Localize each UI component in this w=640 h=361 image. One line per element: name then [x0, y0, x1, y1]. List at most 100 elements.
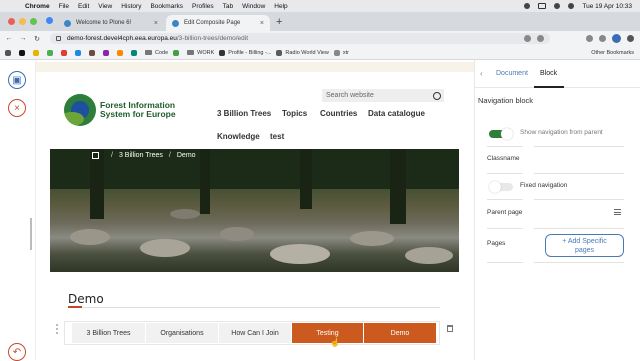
status-icon[interactable]: [524, 3, 531, 9]
editor-toolbar: ▣ ×: [0, 60, 36, 360]
sidebar-tab-block[interactable]: Block: [540, 70, 557, 77]
tab-how-can-i-join[interactable]: How Can I Join: [219, 323, 291, 343]
menu-profiles[interactable]: Profiles: [192, 3, 214, 10]
bookmark-favicon-6[interactable]: [89, 49, 98, 56]
nav-knowledge[interactable]: Knowledge: [217, 132, 260, 141]
reload-icon[interactable]: ↻: [32, 35, 42, 43]
page-title[interactable]: Demo: [68, 292, 104, 306]
share-icon[interactable]: [524, 35, 531, 42]
zoom-window-icon[interactable]: [30, 18, 37, 25]
tab-welcome[interactable]: Welcome to Plone 6! ×: [58, 15, 164, 31]
star-icon[interactable]: [537, 35, 544, 42]
address-bar-row: ← → ↻ demo-forest.devel4cph.eea.europa.e…: [0, 31, 640, 46]
bookmark-favicon-3[interactable]: [47, 49, 56, 56]
undo-icon[interactable]: ↶: [8, 343, 26, 361]
menu-history[interactable]: History: [121, 3, 141, 10]
field-divider: [487, 199, 523, 200]
other-bookmarks[interactable]: Other Bookmarks: [591, 50, 634, 56]
parent-page-input[interactable]: [534, 228, 624, 229]
wifi-icon[interactable]: [554, 3, 561, 9]
lock-icon[interactable]: [56, 36, 61, 41]
add-specific-pages-button[interactable]: + Add Specific pages: [545, 234, 624, 257]
bookmark-favicon-4[interactable]: [61, 49, 70, 56]
url-input[interactable]: demo-forest.devel4cph.eea.europa.eu /3-b…: [50, 33, 550, 44]
bookmarks-bar: Code WORK Profile - Billing -... Radio W…: [0, 46, 640, 60]
cancel-icon[interactable]: ×: [8, 99, 26, 117]
tab-testing[interactable]: Testing: [292, 323, 363, 343]
list-icon[interactable]: [614, 209, 621, 215]
tab-title: Welcome to Plone 6!: [76, 20, 132, 26]
add-pages-line-2: pages: [574, 247, 595, 254]
search-input[interactable]: Search website: [322, 89, 444, 102]
breadcrumb-item[interactable]: Demo: [177, 152, 196, 159]
tab-title: Edit Composite Page: [184, 20, 241, 26]
save-icon[interactable]: ▣: [8, 71, 26, 89]
breadcrumb-item[interactable]: 3 Billion Trees: [119, 152, 163, 159]
menu-app-name[interactable]: Chrome: [25, 3, 50, 10]
search-icon[interactable]: [433, 91, 441, 100]
bookmark-favicon-8[interactable]: [117, 49, 126, 56]
close-tab-icon[interactable]: ×: [260, 20, 264, 27]
home-icon[interactable]: [92, 152, 99, 159]
tab-edit-composite[interactable]: Edit Composite Page ×: [166, 15, 270, 31]
apps-icon[interactable]: [5, 49, 14, 56]
tab-3-billion-trees[interactable]: 3 Billion Trees: [72, 323, 145, 343]
menu-edit[interactable]: Edit: [78, 3, 89, 10]
extension-icon[interactable]: [586, 35, 593, 42]
bookmark-favicon-1[interactable]: [19, 49, 28, 56]
menu-help[interactable]: Help: [274, 3, 287, 10]
bookmark-code[interactable]: Code: [145, 50, 168, 56]
bookmark-radio-world-view[interactable]: Radio World View: [276, 49, 329, 56]
folder-icon: [187, 50, 195, 55]
battery-icon[interactable]: [538, 3, 547, 9]
field-divider: [534, 199, 624, 200]
field-divider: [487, 262, 523, 263]
menu-file[interactable]: File: [59, 3, 69, 10]
menu-view[interactable]: View: [98, 3, 112, 10]
tab-organisations[interactable]: Organisations: [146, 323, 218, 343]
nav-data-catalogue[interactable]: Data catalogue: [368, 109, 425, 118]
menu-tab[interactable]: Tab: [223, 3, 233, 10]
nav-3-billion-trees[interactable]: 3 Billion Trees: [217, 109, 271, 118]
show-navigation-toggle[interactable]: [489, 128, 513, 140]
bookmark-favicon-5[interactable]: [75, 49, 84, 56]
bookmark-favicon-2[interactable]: [33, 49, 42, 56]
bookmark-favicon-10[interactable]: [173, 49, 182, 56]
menu-bookmarks[interactable]: Bookmarks: [150, 3, 183, 10]
apple-icon[interactable]: [8, 2, 17, 11]
chrome-icon[interactable]: [46, 17, 53, 24]
forward-icon[interactable]: →: [18, 35, 28, 42]
clock[interactable]: Tue 19 Apr 10:33: [582, 3, 632, 10]
bookmark-favicon-9[interactable]: [131, 49, 140, 56]
fixed-navigation-toggle[interactable]: [489, 181, 513, 193]
resize-handle[interactable]: [30, 218, 32, 250]
url-host: demo-forest.devel4cph.eea.europa.eu: [67, 35, 177, 42]
sidebar-tab-document[interactable]: Document: [496, 70, 528, 77]
field-divider: [534, 146, 624, 147]
bookmark-work[interactable]: WORK: [187, 50, 214, 56]
bookmark-xtr[interactable]: xtr: [333, 49, 349, 56]
puzzle-icon[interactable]: [599, 35, 606, 42]
nav-topics[interactable]: Topics: [282, 109, 307, 118]
bookmark-favicon-7[interactable]: [103, 49, 112, 56]
close-tab-icon[interactable]: ×: [154, 20, 158, 27]
search-icon[interactable]: [568, 3, 575, 9]
minimize-window-icon[interactable]: [19, 18, 26, 25]
bookmark-profile-billing[interactable]: Profile - Billing -...: [219, 49, 271, 56]
classname-input[interactable]: [534, 173, 624, 174]
profile-avatar[interactable]: [612, 34, 621, 43]
sidebar-collapse-icon[interactable]: ‹: [480, 69, 483, 78]
drag-handle[interactable]: [56, 324, 60, 334]
menu-window[interactable]: Window: [242, 3, 265, 10]
url-path: /3-billion-trees/demo/edit: [176, 35, 249, 42]
site-logo[interactable]: Forest Information System for Europe: [64, 90, 194, 130]
new-tab-icon[interactable]: +: [276, 16, 282, 28]
close-window-icon[interactable]: [8, 18, 15, 25]
back-icon[interactable]: ←: [4, 35, 14, 42]
trash-icon[interactable]: [447, 325, 453, 332]
tab-demo[interactable]: Demo: [364, 323, 436, 343]
nav-test[interactable]: test: [270, 132, 284, 141]
nav-countries[interactable]: Countries: [320, 109, 357, 118]
hero-image: [50, 149, 459, 272]
more-menu-icon[interactable]: [627, 35, 634, 42]
